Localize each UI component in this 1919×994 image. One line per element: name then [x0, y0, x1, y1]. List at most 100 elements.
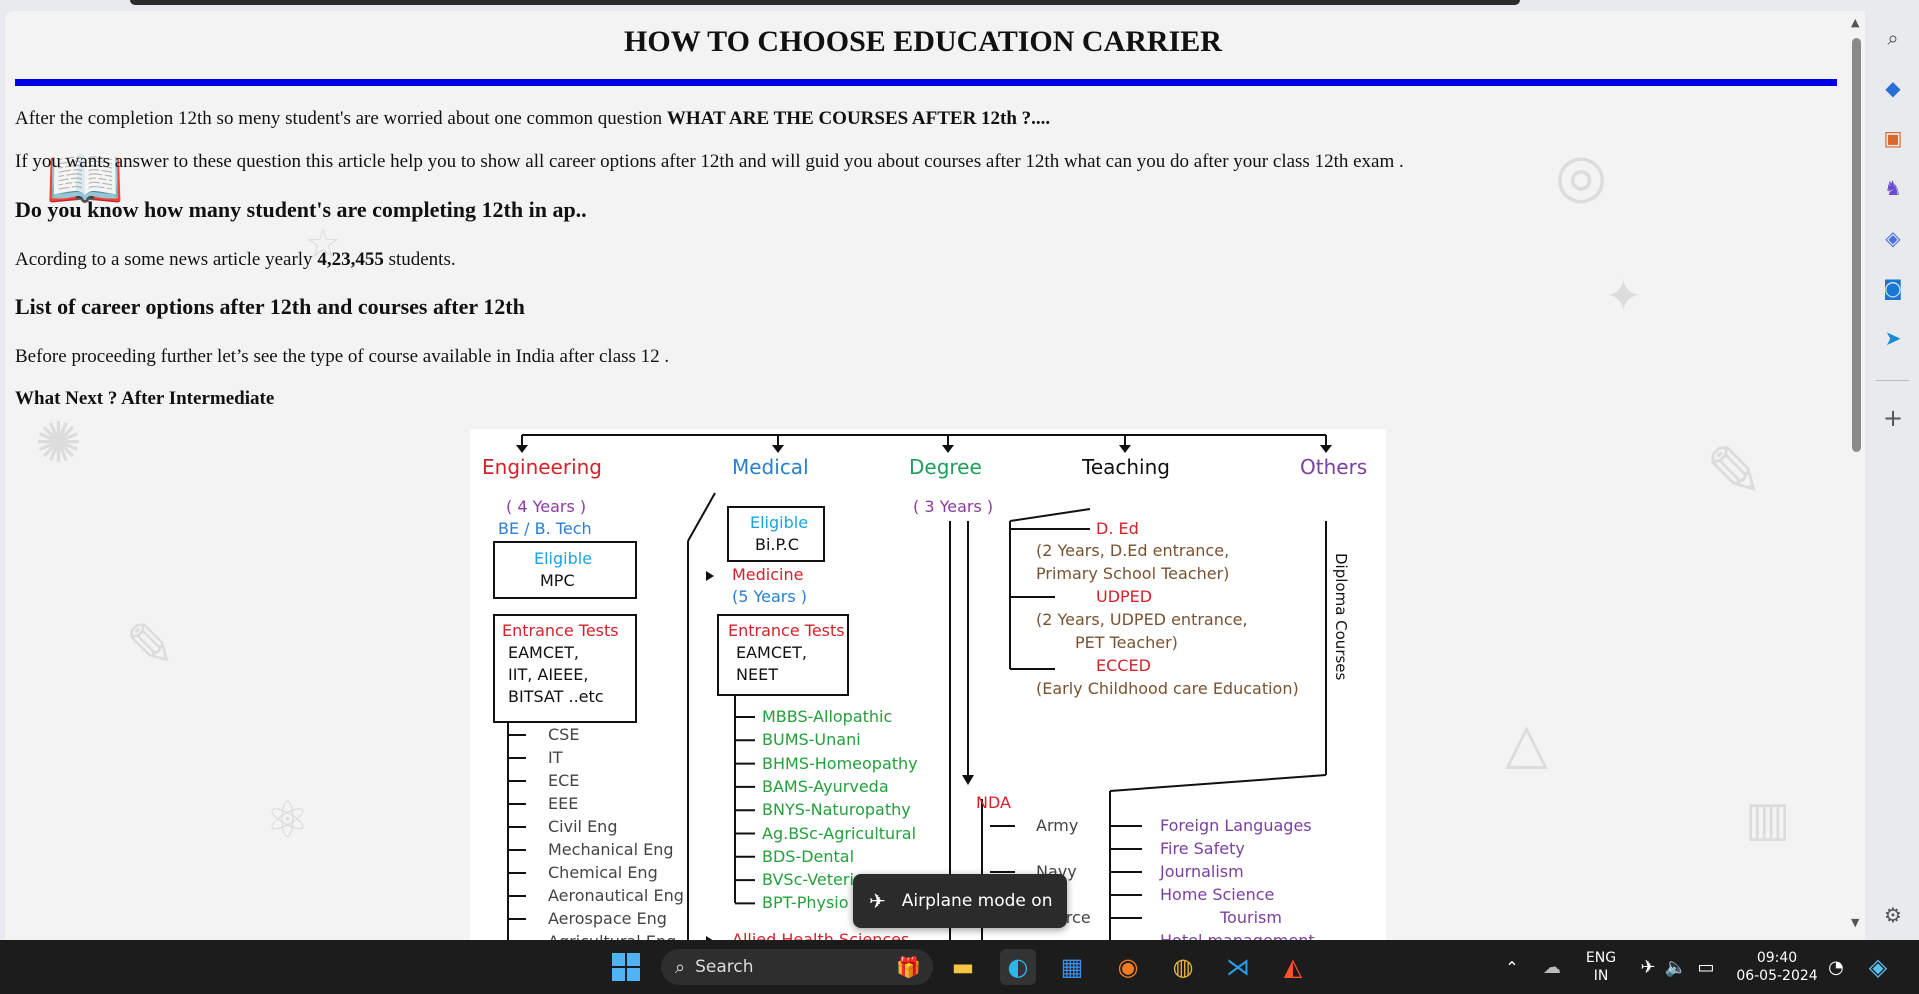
answer-paragraph: If you wants answer to these question th… — [15, 151, 1404, 172]
settings-icon[interactable]: ⚙ — [1880, 902, 1906, 928]
eng-course-item: Civil Eng — [548, 817, 618, 836]
edge-browser-icon[interactable]: ◐ — [1000, 949, 1036, 985]
med-course-item: BHMS-Homeopathy — [762, 753, 918, 773]
page-viewport: 📖 ☆ ◎ ✎ ✎ △ ⚛ ✦ ✺ ▥ HOW TO CHOOSE EDUCAT… — [5, 11, 1865, 940]
onedrive-icon[interactable]: ☁ — [1534, 949, 1570, 985]
teach-ded: D. Ed — [1096, 519, 1139, 538]
med-course-item: BUMS-Unani — [762, 730, 861, 750]
show-hidden-icons[interactable]: ⌃ — [1494, 949, 1530, 985]
teach-udped-detail1: (2 Years, UDPED entrance, — [1036, 610, 1248, 629]
eng-course-item: Aeronautical Eng — [548, 886, 684, 905]
career-list-heading: List of career options after 12th and co… — [15, 294, 525, 319]
eng-eligible-label: Eligible — [534, 549, 593, 568]
outlook-icon[interactable]: ◙ — [1880, 275, 1906, 301]
scroll-up-icon[interactable]: ▲ — [1851, 16, 1859, 29]
med-course-item: BAMS-Ayurveda — [762, 776, 889, 796]
title-divider — [15, 79, 1837, 86]
taskbar-search[interactable]: ⌕ Search 🎁 — [661, 949, 933, 985]
search-icon[interactable]: ⌕ — [1880, 25, 1906, 51]
nda-army: Army — [1036, 816, 1079, 835]
others-course-item: Hotel management — [1160, 931, 1315, 940]
airplane-icon: ✈ — [869, 889, 886, 913]
eng-eligible-value: MPC — [540, 571, 575, 590]
start-icon[interactable] — [608, 949, 644, 985]
games-icon[interactable]: ♞ — [1880, 175, 1906, 201]
med-medicine: Medicine — [732, 565, 804, 584]
search-placeholder: Search — [695, 957, 754, 977]
branch-others: Others — [1300, 455, 1368, 479]
clock-time: 09:40 — [1756, 950, 1798, 966]
eng-tests-line1: EAMCET, — [508, 643, 579, 662]
degree-nda: NDA — [976, 793, 1011, 812]
file-explorer-icon[interactable]: ▬ — [945, 949, 981, 985]
eng-tests-line3: BITSAT ..etc — [508, 687, 604, 706]
med-duration: (5 Years ) — [732, 587, 808, 606]
chrome-icon[interactable]: ◍ — [1165, 949, 1201, 985]
browser-window: 📖 ☆ ◎ ✎ ✎ △ ⚛ ✦ ✺ ▥ HOW TO CHOOSE EDUCAT… — [0, 0, 1919, 940]
send-icon[interactable]: ➤ — [1880, 325, 1906, 351]
eng-course-item: Agricultural Eng — [548, 932, 676, 940]
store-icon[interactable]: ▦ — [1054, 949, 1090, 985]
others-course-item: Fire Safety — [1160, 839, 1245, 858]
intro-text: After the completion 12th so meny studen… — [15, 108, 667, 129]
med-tests-line1: EAMCET, — [736, 643, 807, 662]
brave-icon[interactable]: ◭ — [1275, 949, 1311, 985]
teach-udped-detail2: PET Teacher) — [1075, 633, 1178, 652]
med-eligible-value: Bi.P.C — [755, 535, 799, 554]
eng-course-item: Chemical Eng — [548, 863, 658, 882]
page-title: HOW TO CHOOSE EDUCATION CARRIER — [624, 25, 1222, 58]
others-course-item: Journalism — [1160, 862, 1244, 881]
clock[interactable]: 09:40 06-05-2024 — [1732, 949, 1822, 985]
scrollbar-thumb[interactable] — [1852, 38, 1861, 452]
airplane-mode-toast: ✈ Airplane mode on — [853, 874, 1067, 928]
med-course-item: Ag.BSc-Agricultural — [762, 823, 917, 843]
others-course-item: Foreign Languages — [1160, 816, 1312, 835]
toast-text: Airplane mode on — [901, 891, 1053, 911]
teach-ecced-detail: (Early Childhood care Education) — [1036, 679, 1299, 698]
med-course-item: BPT-Physio — [762, 893, 849, 913]
med-tests-label: Entrance Tests — [728, 621, 845, 640]
teach-udped: UDPED — [1096, 587, 1153, 606]
copilot-taskbar-icon[interactable]: ◈ — [1860, 949, 1896, 985]
tab-strip-edge — [130, 0, 1520, 5]
student-count-heading: Do you know how many student's are compl… — [15, 197, 587, 222]
eng-course-item: CSE — [548, 725, 580, 744]
med-course-item: BNYS-Naturopathy — [762, 800, 911, 820]
eng-tests-line2: IIT, AIEEE, — [508, 665, 589, 684]
intro-question: WHAT ARE THE COURSES AFTER 12th ?.... — [666, 108, 1051, 129]
eng-degree: BE / B. Tech — [498, 519, 592, 538]
eng-duration: ( 4 Years ) — [506, 497, 587, 516]
windows-logo-icon — [612, 953, 640, 981]
others-diploma: Diploma Courses — [1332, 553, 1350, 681]
notification-icon[interactable]: ◔ — [1818, 949, 1854, 985]
teach-ded-detail1: (2 Years, D.Ed entrance, — [1036, 541, 1230, 560]
language-line2: IN — [1593, 968, 1609, 984]
eng-course-item: EEE — [548, 794, 579, 813]
med-eligible-label: Eligible — [750, 513, 809, 532]
battery-icon[interactable]: ▭ — [1688, 949, 1724, 985]
count-value: 4,23,455 — [317, 249, 384, 270]
tag-icon[interactable]: ◆ — [1880, 75, 1906, 101]
taskbar: ⌕ Search 🎁 ▬ ◐ ▦ ◉ ◍ ⋊ ◭ ⌃ ☁ ENG IN ✈ 🔈 … — [0, 940, 1919, 994]
clock-date: 06-05-2024 — [1736, 968, 1818, 984]
others-course-item: Tourism — [1220, 908, 1282, 927]
add-icon[interactable]: + — [1880, 405, 1906, 431]
degree-duration: ( 3 Years ) — [913, 497, 994, 516]
language-indicator[interactable]: ENG IN — [1578, 949, 1624, 985]
count-suffix: students. — [383, 249, 456, 270]
firefox-icon[interactable]: ◉ — [1110, 949, 1146, 985]
vscode-icon[interactable]: ⋊ — [1220, 949, 1256, 985]
search-highlight-icon: 🎁 — [896, 955, 921, 979]
eng-course-item: ECE — [548, 771, 580, 790]
eng-tests-label: Entrance Tests — [502, 621, 619, 640]
scroll-down-icon[interactable]: ▼ — [1851, 916, 1859, 929]
sidebar-divider — [1876, 380, 1909, 381]
briefcase-icon[interactable]: ▣ — [1880, 125, 1906, 151]
eng-course-item: Aerospace Eng — [548, 909, 667, 928]
edge-sidebar: ⌕ ◆ ▣ ♞ ◈ ◙ ➤ + ⚙ — [1866, 0, 1919, 940]
branch-degree: Degree — [909, 455, 982, 479]
career-flowchart: Engineering Medical Degree Teaching Othe… — [470, 429, 1386, 940]
branch-engineering: Engineering — [482, 455, 602, 479]
copilot-icon[interactable]: ◈ — [1880, 225, 1906, 251]
intro-paragraph: After the completion 12th so meny studen… — [15, 108, 1050, 130]
